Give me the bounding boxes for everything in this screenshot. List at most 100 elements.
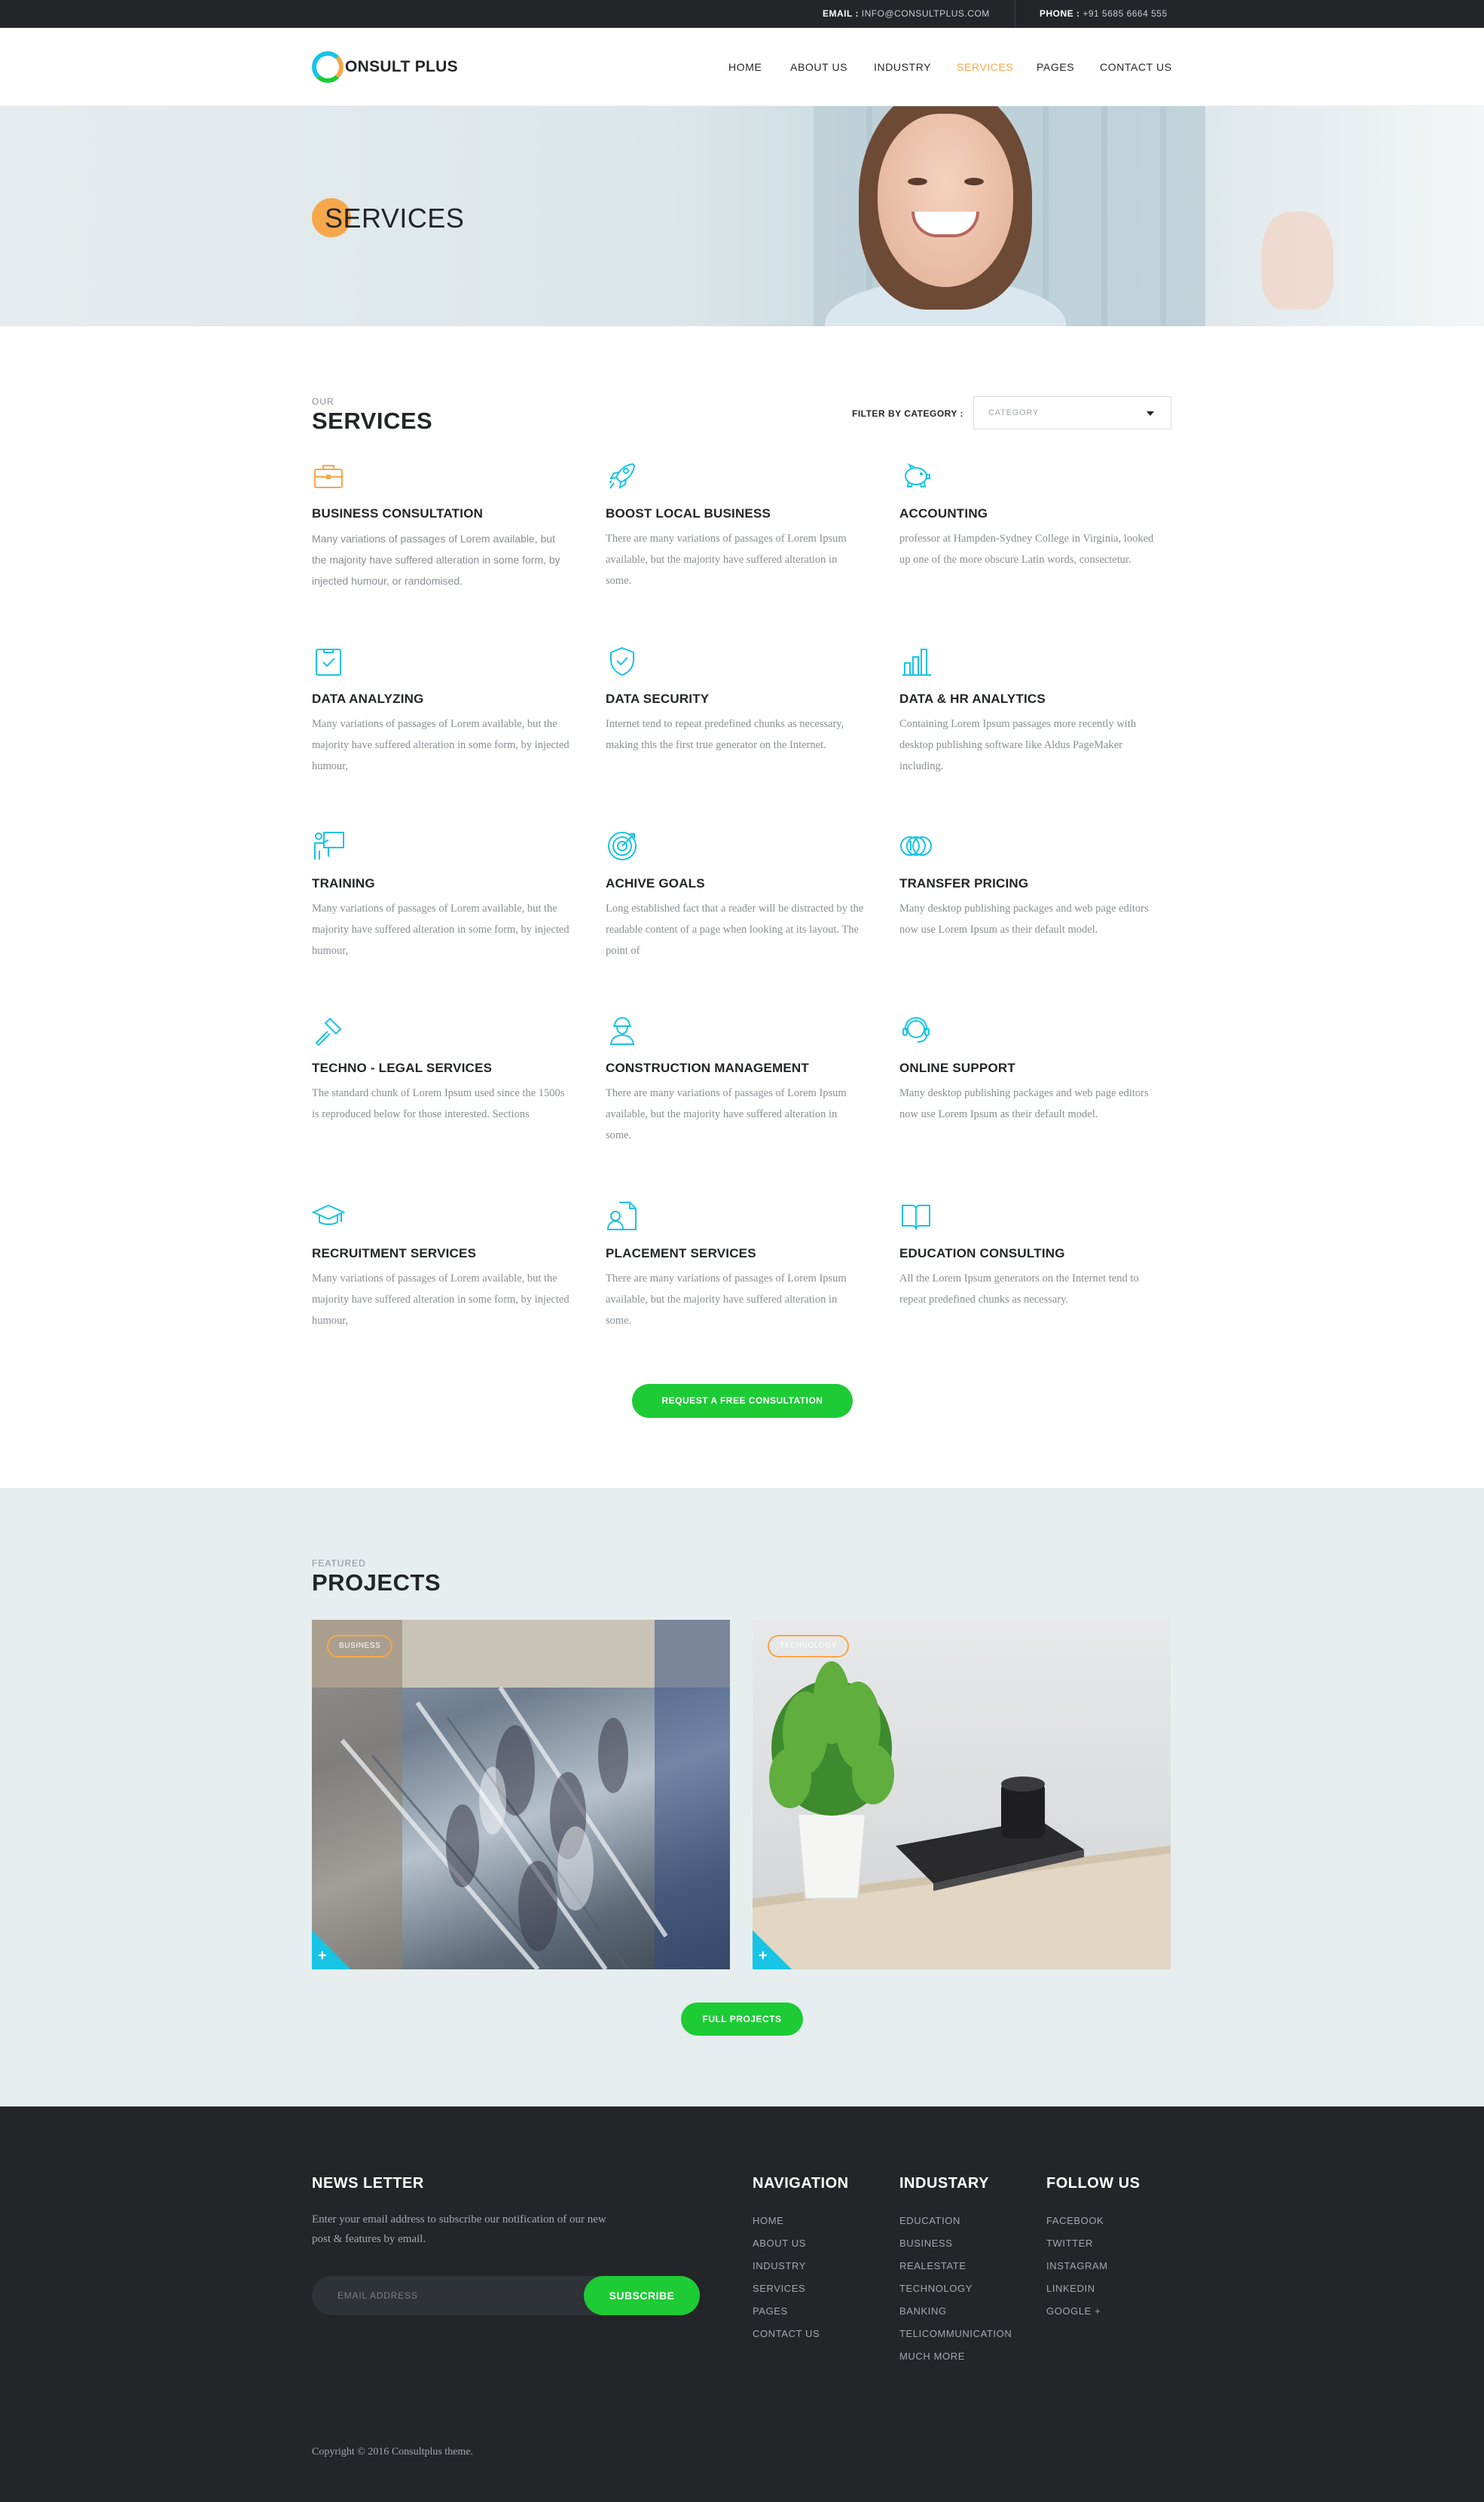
rocket-icon: [609, 463, 636, 489]
service-title: TECHNO - LEGAL SERVICES: [312, 1061, 493, 1075]
briefcase-icon: [314, 465, 343, 488]
footer-navigation-heading: NAVIGATION: [753, 2175, 849, 2192]
site-footer: [0, 2106, 1484, 2502]
footer-industry-business[interactable]: BUSINESS: [899, 2238, 953, 2249]
service-title: EDUCATION CONSULTING: [899, 1246, 1065, 1260]
page-title-text: SERVICES: [325, 203, 465, 234]
nav-services[interactable]: SERVICES: [957, 61, 1013, 73]
service-description: Many desktop publishing packages and web…: [899, 903, 1149, 936]
footer-industry-banking[interactable]: BANKING: [899, 2305, 947, 2317]
footer-industry-telecommunication[interactable]: TELICOMMUNICATION: [899, 2328, 1012, 2339]
footer-nav-industry[interactable]: INDUSTRY: [753, 2260, 806, 2271]
footer-follow-heading: FOLLOW US: [1046, 2175, 1140, 2192]
service-card[interactable]: DATA ANALYZING Many variations of passag…: [312, 645, 572, 777]
service-card[interactable]: TECHNO - LEGAL SERVICES The standard chu…: [312, 1014, 572, 1125]
piggy-bank-icon: [905, 463, 930, 487]
service-description: All the Lorem Ipsum generators on the In…: [899, 1272, 1139, 1306]
plus-icon[interactable]: +: [759, 1948, 768, 1965]
footer-social-instagram[interactable]: INSTAGRAM: [1046, 2260, 1108, 2271]
service-card[interactable]: DATA & HR ANALYTICS Containing Lorem Ips…: [899, 645, 1159, 777]
service-card[interactable]: ONLINE SUPPORT Many desktop publishing p…: [899, 1014, 1159, 1125]
footer-nav-contact-us[interactable]: CONTACT US: [753, 2328, 820, 2339]
service-title: ACCOUNTING: [899, 506, 988, 521]
service-card[interactable]: PLACEMENT SERVICES There are many variat…: [606, 1199, 866, 1331]
nav-industry[interactable]: INDUSTRY: [874, 61, 931, 73]
footer-industry-technology[interactable]: TECHNOLOGY: [899, 2283, 973, 2294]
service-title: BUSINESS CONSULTATION: [312, 506, 484, 521]
request-consultation-button[interactable]: REQUEST A FREE CONSULTATION: [632, 1384, 853, 1418]
newsletter-text: Enter your email address to subscribe ou…: [312, 2213, 606, 2245]
service-description: There are many variations of passages of…: [606, 1087, 847, 1141]
person-document-icon: [606, 1202, 637, 1230]
copyright-text: Copyright © 2016 Consultplus theme.: [312, 2446, 474, 2458]
top-email[interactable]: EMAIL : INFO@CONSULTPLUS.COM: [823, 8, 990, 19]
service-description: There are many variations of passages of…: [606, 533, 847, 587]
full-projects-button[interactable]: FULL PROJECTS: [681, 2003, 803, 2036]
service-card[interactable]: ACCOUNTING professor at Hampden-Sydney C…: [899, 460, 1159, 570]
category-select[interactable]: CATEGORY: [973, 396, 1171, 429]
footer-social-google-plus[interactable]: GOOGLE +: [1046, 2305, 1101, 2317]
service-card[interactable]: TRANSFER PRICING Many desktop publishing…: [899, 829, 1159, 940]
nav-about-us[interactable]: ABOUT US: [790, 61, 847, 73]
footer-industry-much-more[interactable]: MUCH MORE: [899, 2351, 965, 2362]
footer-nav-pages[interactable]: PAGES: [753, 2305, 788, 2317]
service-title: BOOST LOCAL BUSINESS: [606, 506, 771, 521]
service-title: ACHIVE GOALS: [606, 876, 705, 891]
newsletter-heading: NEWS LETTER: [312, 2175, 424, 2192]
target-icon: [608, 832, 637, 860]
top-phone: PHONE : +91 5685 6664 555: [1040, 8, 1168, 19]
service-description: Many variations of passages of Lorem ava…: [312, 718, 569, 772]
service-description: The standard chunk of Lorem Ipsum used s…: [312, 1087, 565, 1120]
top-contact-bar: EMAIL : INFO@CONSULTPLUS.COM PHONE : +91…: [0, 0, 1484, 28]
footer-nav-home[interactable]: HOME: [753, 2215, 783, 2226]
email-placeholder: EMAIL ADDRESS: [337, 2290, 418, 2301]
banner-person-eye: [908, 178, 927, 185]
footer-social-facebook[interactable]: FACEBOOK: [1046, 2215, 1104, 2226]
service-card[interactable]: DATA SECURITY Internet tend to repeat pr…: [606, 645, 866, 756]
service-card[interactable]: CONSTRUCTION MANAGEMENT There are many v…: [606, 1014, 866, 1146]
logo[interactable]: ONSULT PLUS: [312, 50, 458, 84]
plant-desk-photo: [753, 1661, 1171, 1969]
nav-home[interactable]: HOME: [728, 61, 762, 73]
service-description: Many variations of passages of Lorem ava…: [312, 533, 560, 587]
category-select-value: CATEGORY: [988, 408, 1040, 417]
footer-industry-heading: INDUSTARY: [899, 2175, 989, 2192]
graduation-cap-icon: [312, 1204, 345, 1225]
service-description: Many desktop publishing packages and web…: [899, 1087, 1149, 1120]
project-card[interactable]: TECHNOLOGY +: [753, 1620, 1171, 1969]
service-title: TRANSFER PRICING: [899, 876, 1029, 891]
footer-social-linkedin[interactable]: LINKEDIN: [1046, 2283, 1095, 2294]
shield-check-icon: [610, 646, 634, 677]
service-card[interactable]: RECRUITMENT SERVICES Many variations of …: [312, 1199, 572, 1331]
clipboard-check-icon: [316, 649, 341, 676]
footer-industry-realestate[interactable]: REALESTATE: [899, 2260, 966, 2271]
service-title: DATA SECURITY: [606, 692, 710, 706]
nav-pages[interactable]: PAGES: [1037, 61, 1074, 73]
nav-contact-us[interactable]: CONTACT US: [1100, 61, 1172, 73]
banner-person-eye: [964, 178, 984, 185]
project-badge: TECHNOLOGY: [768, 1635, 850, 1657]
service-card[interactable]: BOOST LOCAL BUSINESS There are many vari…: [606, 460, 866, 591]
banner-person-fist: [1262, 212, 1333, 310]
worker-helmet-icon: [609, 1016, 635, 1045]
open-book-icon: [902, 1205, 930, 1230]
service-card[interactable]: EDUCATION CONSULTING All the Lorem Ipsum…: [899, 1199, 1159, 1310]
page-banner: [0, 106, 1484, 326]
service-card[interactable]: BUSINESS CONSULTATION Many variations of…: [312, 460, 572, 591]
service-card[interactable]: TRAINING Many variations of passages of …: [312, 829, 572, 961]
phone-label: PHONE :: [1040, 8, 1080, 19]
email-value[interactable]: INFO@CONSULTPLUS.COM: [862, 8, 990, 19]
footer-nav-about-us[interactable]: ABOUT US: [753, 2238, 806, 2249]
footer-social-twitter[interactable]: TWITTER: [1046, 2238, 1093, 2249]
service-description: Internet tend to repeat predefined chunk…: [606, 718, 844, 751]
project-card[interactable]: BUSINESS +: [312, 1620, 730, 1969]
projects-heading: PROJECTS: [312, 1569, 441, 1596]
service-description: Long established fact that a reader will…: [606, 903, 864, 957]
service-card[interactable]: ACHIVE GOALS Long established fact that …: [606, 829, 866, 961]
project-badge: BUSINESS: [327, 1635, 393, 1657]
banner-background-light: [1205, 106, 1484, 326]
plus-icon[interactable]: +: [318, 1948, 327, 1965]
footer-industry-education[interactable]: EDUCATION: [899, 2215, 960, 2226]
footer-nav-services[interactable]: SERVICES: [753, 2283, 805, 2294]
subscribe-button[interactable]: SUBSCRIBE: [584, 2276, 700, 2315]
